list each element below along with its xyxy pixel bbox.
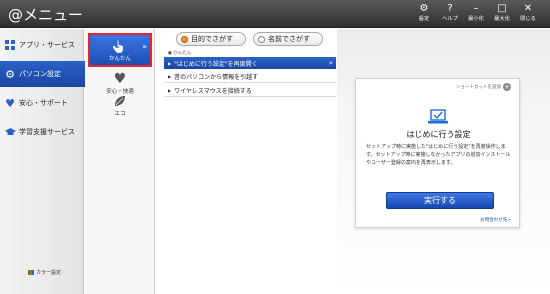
chevron-right-icon: »: [142, 42, 147, 51]
subcategory-easy[interactable]: » かんたん: [88, 33, 152, 67]
graduation-cap-icon: [4, 126, 16, 138]
radio-unselected-icon: [258, 35, 265, 43]
category-label: 安心・サポート: [19, 99, 68, 107]
gear-icon: ⚙: [5, 67, 15, 81]
help-button[interactable]: ? ヘルプ: [437, 3, 463, 27]
window-title: @メニュー: [8, 6, 84, 24]
category-nav: アプリ・サービス ⚙ パソコン設定 ♥ 安心・サポート 学習支援サービス カラー…: [0, 29, 94, 294]
category-learning-support[interactable]: 学習支援サービス: [0, 119, 84, 145]
laptop-check-icon: [428, 109, 448, 124]
chevron-right-icon: »: [328, 59, 333, 67]
help-label: ヘルプ: [442, 16, 458, 22]
leaf-icon: [115, 96, 125, 106]
maximize-button[interactable]: □ 最大化: [489, 3, 515, 27]
add-shortcut-label: ショートカットを追加: [456, 85, 501, 90]
category-safety-support[interactable]: ♥ 安心・サポート: [0, 90, 84, 116]
triangle-right-icon: ▶: [168, 88, 172, 93]
triangle-right-icon: ▶: [168, 60, 172, 66]
detail-description: セットアップ時に実施した"はじめに行う設定"を再度操作します。セットアップ時に実…: [366, 144, 511, 166]
search-by-name-radio[interactable]: 名前でさがす: [253, 32, 323, 46]
category-label: アプリ・サービス: [19, 41, 75, 49]
contact-link[interactable]: お問合わせ先>: [480, 217, 511, 223]
detail-title: はじめに行う設定: [406, 130, 471, 139]
run-button[interactable]: 実行する: [386, 192, 494, 209]
close-button[interactable]: ✕ 閉じる: [515, 3, 541, 27]
color-palette-icon: [28, 270, 34, 275]
radio-selected-icon: [181, 35, 188, 43]
close-icon: ✕: [523, 3, 533, 14]
category-label: パソコン設定: [19, 70, 61, 78]
color-settings-label: カラー設定: [36, 270, 62, 276]
title-bar: @メニュー ⚙ 設定 ? ヘルプ – 最小化 □ 最大化 ✕ 閉じる: [0, 0, 550, 28]
list-item[interactable]: ▶ "はじめに行う設定"を再度開く »: [164, 57, 336, 69]
list-item-label: 昔のパソコンから情報を引越す: [174, 74, 259, 81]
triangle-right-icon: ▶: [168, 74, 172, 79]
category-pc-settings[interactable]: ⚙ パソコン設定: [0, 61, 94, 87]
heart-icon: ♥: [5, 96, 15, 110]
apps-grid-icon: [4, 39, 16, 51]
list-item-label: ワイヤレスマウスを接続する: [174, 88, 252, 95]
search-by-name-label: 名前でさがす: [268, 35, 310, 43]
gear-icon: ⚙: [419, 3, 429, 14]
maximize-label: 最大化: [494, 16, 510, 22]
list-item[interactable]: ▶ 昔のパソコンから情報を引越す: [164, 71, 336, 83]
section-label: ● かんたん: [168, 51, 192, 56]
hand-pointer-icon: [113, 40, 123, 53]
heart-icon: ♥: [113, 71, 127, 87]
item-list-pane: 目的でさがす 名前でさがす ● かんたん ▶ "はじめに行う設定"を再度開く »…: [156, 29, 336, 294]
list-item-label: "はじめに行う設定"を再度開く: [174, 60, 258, 68]
settings-label: 設定: [418, 16, 430, 22]
subcategory-nav: » かんたん ♥ 安心・快適 エコ: [85, 29, 155, 294]
plus-icon: +: [503, 83, 511, 91]
color-settings-link[interactable]: カラー設定: [28, 269, 61, 276]
minimize-label: 最小化: [468, 16, 484, 22]
category-apps-services[interactable]: アプリ・サービス: [0, 32, 84, 58]
search-by-purpose-label: 目的でさがす: [191, 35, 233, 43]
minimize-button[interactable]: – 最小化: [463, 3, 489, 27]
detail-card: ショートカットを追加 + はじめに行う設定 セットアップ時に実施した"はじめに行…: [355, 78, 520, 228]
add-shortcut-link[interactable]: ショートカットを追加 +: [456, 83, 511, 91]
search-by-purpose-radio[interactable]: 目的でさがす: [176, 32, 246, 46]
category-label: 学習支援サービス: [19, 128, 75, 136]
minimize-icon: –: [473, 3, 479, 14]
list-item[interactable]: ▶ ワイヤレスマウスを接続する: [164, 85, 336, 97]
close-label: 閉じる: [520, 16, 536, 22]
help-icon: ?: [447, 3, 453, 14]
settings-button[interactable]: ⚙ 設定: [411, 3, 437, 27]
subcategory-eco[interactable]: エコ: [85, 91, 155, 117]
subcategory-label: かんたん: [108, 56, 131, 62]
maximize-icon: □: [497, 3, 507, 14]
subcategory-label: エコ: [114, 111, 126, 117]
